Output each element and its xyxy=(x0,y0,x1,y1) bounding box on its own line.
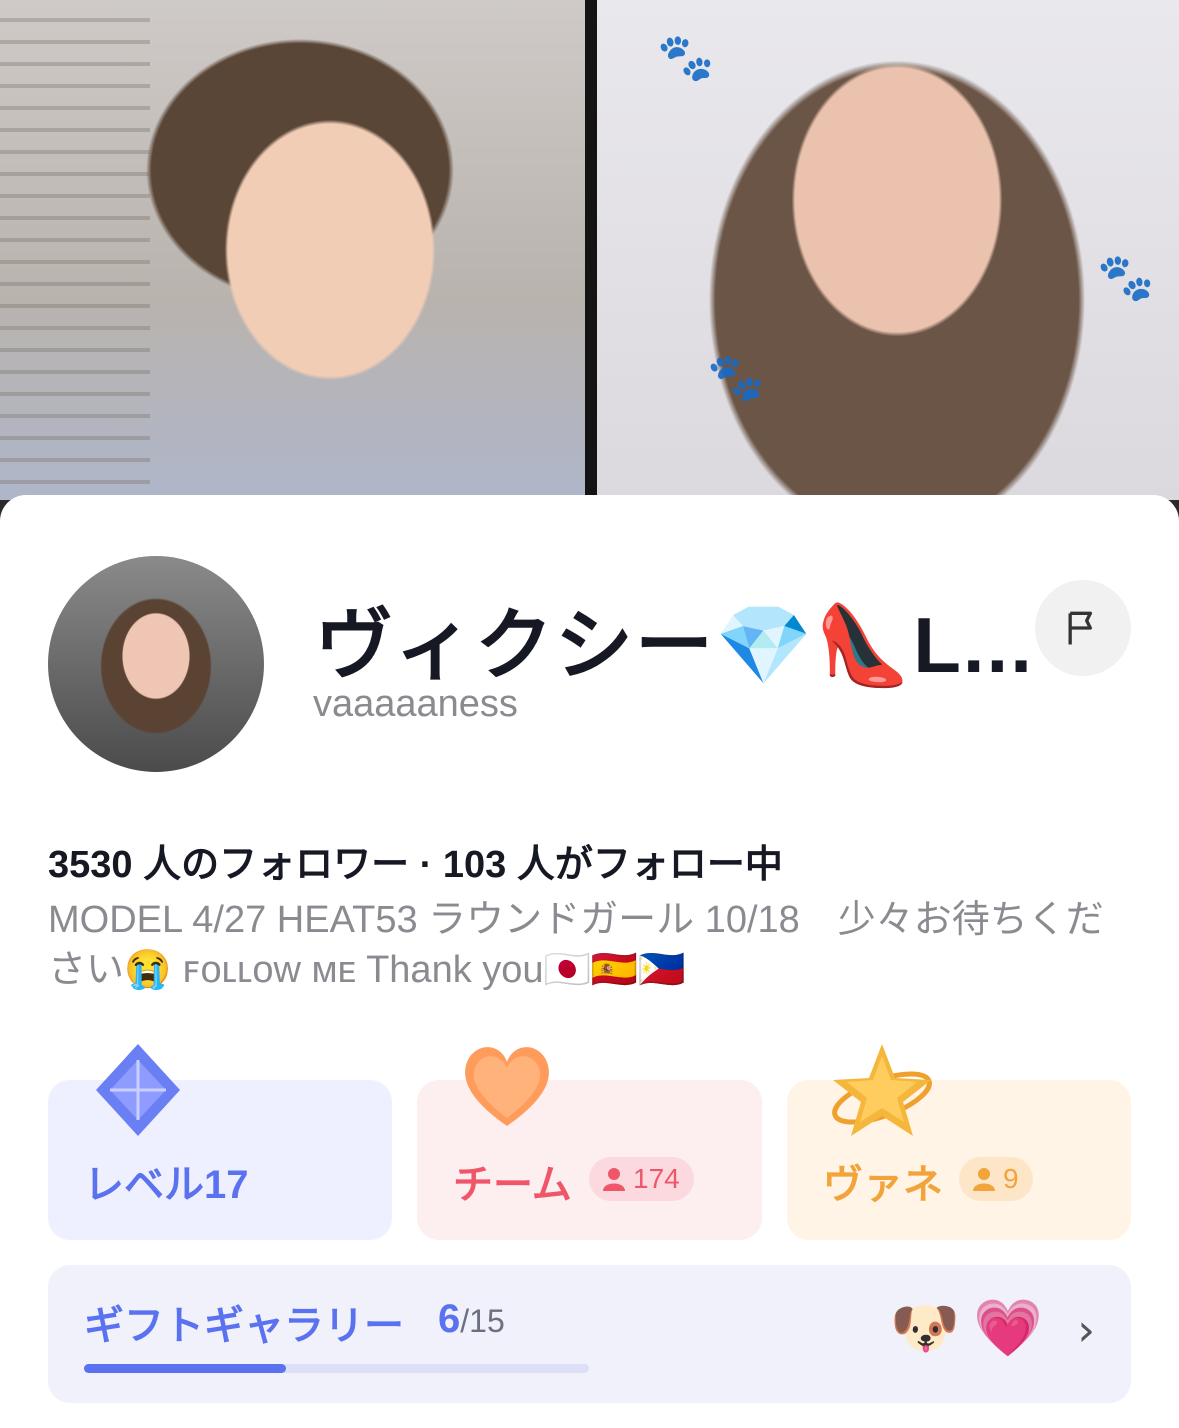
person-icon xyxy=(603,1168,625,1191)
person-icon xyxy=(973,1168,995,1191)
gift-collected: 6 xyxy=(438,1297,461,1341)
video-feed-left[interactable] xyxy=(0,0,585,500)
flag-icon xyxy=(1068,611,1092,645)
heart-icon xyxy=(465,1047,549,1126)
corgi-gift-icon: 🐶 xyxy=(890,1296,960,1361)
paw-filter-icon: 🐾 xyxy=(1097,250,1155,304)
heart-gift-icon: 💗 xyxy=(973,1296,1043,1361)
gift-progress-track xyxy=(84,1364,589,1373)
gift-gallery-count: 6/15 xyxy=(438,1297,505,1342)
username: vaaaaaness xyxy=(313,683,518,725)
video-divider xyxy=(585,0,597,500)
report-button[interactable] xyxy=(1035,580,1131,676)
fan-club-card[interactable]: ヴァネ 9 xyxy=(787,1044,1131,1240)
gift-progress-fill xyxy=(84,1364,286,1373)
paw-filter-icon: 🐾 xyxy=(657,30,715,84)
gift-gallery[interactable]: ギフトギャラリー 6/15 🐶 💗 › xyxy=(48,1265,1131,1403)
gift-gallery-title: ギフトギャラリー xyxy=(84,1304,404,1348)
level-card[interactable]: レベル17 xyxy=(48,1044,392,1240)
level-label: レベル17 xyxy=(84,1163,249,1207)
fan-club-label: ヴァネ xyxy=(823,1163,943,1207)
team-label: チーム xyxy=(453,1163,572,1207)
gift-total: /15 xyxy=(460,1303,505,1339)
chevron-right-icon[interactable]: › xyxy=(1077,1305,1095,1356)
team-member-count: 174 xyxy=(589,1157,694,1201)
follow-stats[interactable]: 3530 人のフォロワー · 103 人がフォロー中 xyxy=(48,833,783,888)
star-icon xyxy=(832,1044,932,1136)
paw-filter-icon: 🐾 xyxy=(707,350,765,404)
team-card[interactable]: チーム 174 xyxy=(417,1047,762,1240)
bio: MODEL 4/27 HEAT53 ラウンドガール 10/18 少々お待ちくださ… xyxy=(48,899,1104,991)
avatar[interactable] xyxy=(48,556,264,772)
display-name: ヴィクシー💎👠L... xyxy=(315,601,1034,689)
video-feed-right[interactable]: 🐾 🐾 🐾 xyxy=(597,0,1179,500)
profile-sheet: ヴィクシー💎👠L... vaaaaaness 3530 人のフォロワー · 10… xyxy=(0,495,1179,1428)
fan-club-member-count: 9 xyxy=(959,1157,1033,1201)
team-count: 174 xyxy=(633,1163,680,1194)
fan-club-count: 9 xyxy=(1003,1163,1019,1194)
diamond-icon xyxy=(96,1044,180,1136)
